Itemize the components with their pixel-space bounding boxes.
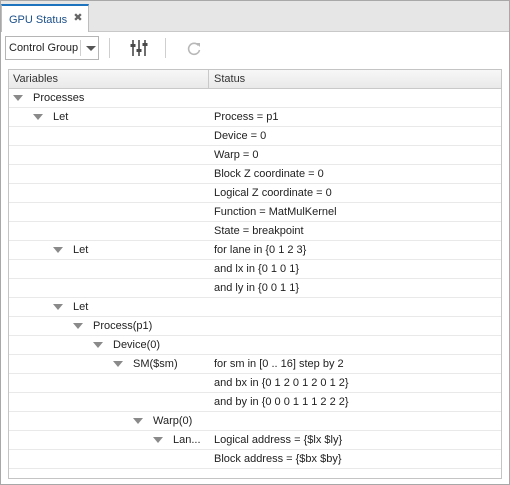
toolbar-divider: [165, 38, 166, 58]
status-cell: State = breakpoint: [214, 225, 304, 237]
status-cell: Process = p1: [214, 111, 279, 123]
tab-gpu-status-label: GPU Status: [9, 14, 68, 26]
variable-label: Warp(0): [153, 415, 193, 427]
refresh-icon[interactable]: [183, 37, 205, 59]
status-cell: and ly in {0 0 1 1}: [214, 282, 300, 294]
variable-cell: Warp(0): [9, 412, 208, 430]
variable-cell: Let: [9, 108, 208, 126]
table-body: Processes Let Process = p1 Device = 0 Warp =…: [9, 89, 501, 469]
table-row[interactable]: State = breakpoint: [9, 222, 501, 241]
variable-cell: [9, 165, 208, 183]
group-select-divider: [80, 40, 81, 56]
expand-triangle-icon[interactable]: [73, 323, 83, 329]
table-header: Variables Status: [9, 70, 501, 89]
variable-cell: Let: [9, 241, 208, 259]
variable-cell: [9, 374, 208, 392]
expand-triangle-icon[interactable]: [33, 114, 43, 120]
table-row[interactable]: Warp(0): [9, 412, 501, 431]
status-cell: Block Z coordinate = 0: [214, 168, 324, 180]
status-cell: and by in {0 0 0 1 1 1 2 2 2}: [214, 396, 349, 408]
variable-label: Device(0): [113, 339, 161, 351]
table-row[interactable]: and ly in {0 0 1 1}: [9, 279, 501, 298]
status-cell: and bx in {0 1 2 0 1 2 0 1 2}: [214, 377, 349, 389]
table-row[interactable]: Lan... Logical address = {$lx $ly}: [9, 431, 501, 450]
table-row[interactable]: Function = MatMulKernel: [9, 203, 501, 222]
expand-triangle-icon[interactable]: [13, 95, 23, 101]
variable-cell: [9, 279, 208, 297]
column-divider[interactable]: [208, 70, 209, 88]
variable-cell: SM($sm): [9, 355, 208, 373]
table-row[interactable]: Let for lane in {0 1 2 3}: [9, 241, 501, 260]
expand-triangle-icon[interactable]: [113, 361, 123, 367]
variable-label: Let: [73, 301, 89, 313]
variable-cell: [9, 203, 208, 221]
expand-triangle-icon[interactable]: [53, 247, 63, 253]
table-row[interactable]: Device(0): [9, 336, 501, 355]
gpu-status-tree-table: Variables Status Processes Let Process = p…: [8, 69, 502, 479]
table-row[interactable]: Device = 0: [9, 127, 501, 146]
gpu-status-panel: GPU Status ✖ Control Group Variables Sta…: [0, 0, 510, 485]
table-row[interactable]: Warp = 0: [9, 146, 501, 165]
column-header-variables[interactable]: Variables: [13, 73, 58, 85]
variable-cell: [9, 184, 208, 202]
chevron-down-icon[interactable]: [86, 46, 96, 51]
variable-cell: Processes: [9, 89, 208, 107]
table-row[interactable]: Processes: [9, 89, 501, 108]
group-select-value: Control Group: [9, 42, 79, 54]
sliders-icon[interactable]: [128, 37, 150, 59]
status-cell: and lx in {0 1 0 1}: [214, 263, 300, 275]
variable-label: Process(p1): [93, 320, 153, 332]
variable-label: Let: [53, 111, 69, 123]
tab-strip: GPU Status ✖: [1, 1, 509, 32]
variable-label: SM($sm): [133, 358, 178, 370]
table-row[interactable]: and lx in {0 1 0 1}: [9, 260, 501, 279]
expand-triangle-icon[interactable]: [93, 342, 103, 348]
toolbar: Control Group: [1, 32, 509, 66]
variable-cell: Device(0): [9, 336, 208, 354]
table-row[interactable]: Block address = {$bx $by}: [9, 450, 501, 469]
expand-triangle-icon[interactable]: [53, 304, 63, 310]
table-row[interactable]: Logical Z coordinate = 0: [9, 184, 501, 203]
variable-cell: Process(p1): [9, 317, 208, 335]
variable-cell: [9, 393, 208, 411]
variable-cell: [9, 146, 208, 164]
expand-triangle-icon[interactable]: [153, 437, 163, 443]
status-cell: for sm in [0 .. 16] step by 2: [214, 358, 344, 370]
variable-cell: [9, 260, 208, 278]
variable-label: Processes: [33, 92, 85, 104]
variable-cell: Let: [9, 298, 208, 316]
group-select[interactable]: Control Group: [5, 36, 99, 60]
variable-cell: Lan...: [9, 431, 208, 449]
table-row[interactable]: Let: [9, 298, 501, 317]
tab-gpu-status[interactable]: GPU Status ✖: [1, 4, 89, 32]
status-cell: Block address = {$bx $by}: [214, 453, 342, 465]
variable-label: Let: [73, 244, 89, 256]
status-cell: Device = 0: [214, 130, 267, 142]
status-cell: Logical address = {$lx $ly}: [214, 434, 343, 446]
table-row[interactable]: Let Process = p1: [9, 108, 501, 127]
variable-cell: [9, 127, 208, 145]
close-icon[interactable]: ✖: [72, 12, 84, 24]
variable-cell: [9, 450, 208, 468]
variable-label: Lan...: [173, 434, 201, 446]
table-row[interactable]: Block Z coordinate = 0: [9, 165, 501, 184]
table-row[interactable]: and bx in {0 1 2 0 1 2 0 1 2}: [9, 374, 501, 393]
table-row[interactable]: SM($sm) for sm in [0 .. 16] step by 2: [9, 355, 501, 374]
toolbar-divider: [109, 38, 110, 58]
table-row[interactable]: Process(p1): [9, 317, 501, 336]
status-cell: Logical Z coordinate = 0: [214, 187, 332, 199]
status-cell: for lane in {0 1 2 3}: [214, 244, 307, 256]
variable-cell: [9, 222, 208, 240]
expand-triangle-icon[interactable]: [133, 418, 143, 424]
column-header-status[interactable]: Status: [214, 73, 245, 85]
status-cell: Function = MatMulKernel: [214, 206, 337, 218]
table-row[interactable]: and by in {0 0 0 1 1 1 2 2 2}: [9, 393, 501, 412]
status-cell: Warp = 0: [214, 149, 259, 161]
